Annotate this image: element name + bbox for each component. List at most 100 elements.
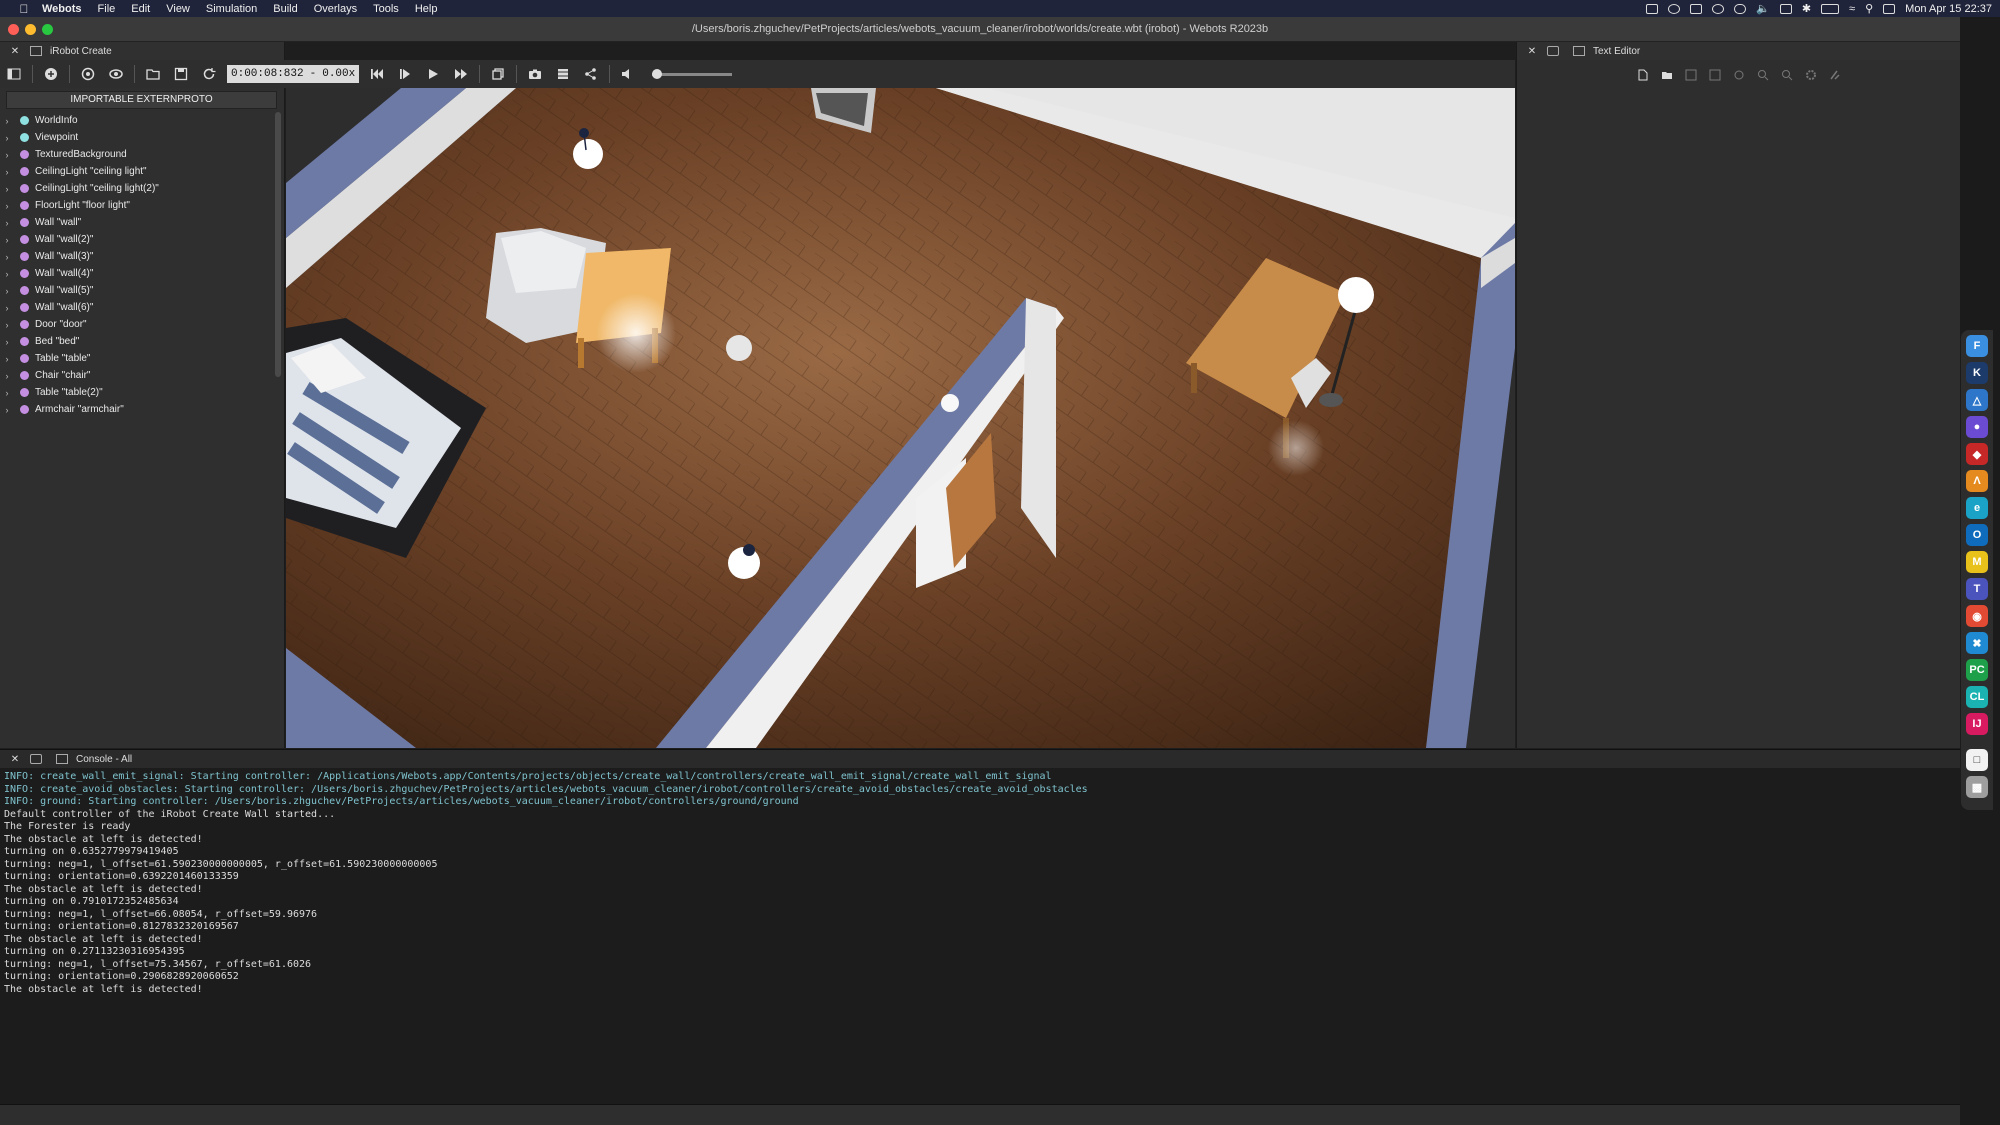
scene-tree-node[interactable]: › FloorLight "floor light" <box>0 197 285 214</box>
scene-tree-scrollbar[interactable] <box>275 112 281 377</box>
chevron-right-icon[interactable]: › <box>0 201 14 211</box>
rendering-button[interactable] <box>484 63 512 85</box>
scene-tree-node[interactable]: › Wall "wall" <box>0 214 285 231</box>
3d-scene[interactable] <box>286 88 1515 748</box>
menu-simulation[interactable]: Simulation <box>206 3 257 15</box>
close-icon[interactable]: ✕ <box>6 46 24 57</box>
scene-tree-node[interactable]: › Armchair "armchair" <box>0 401 285 418</box>
fast-forward-button[interactable] <box>447 63 475 85</box>
bluetooth-icon[interactable]: ✱ <box>1802 2 1811 15</box>
finder-icon[interactable]: F <box>1966 335 1988 357</box>
chevron-right-icon[interactable]: › <box>0 167 14 177</box>
volume-slider[interactable] <box>652 68 733 79</box>
chevron-right-icon[interactable]: › <box>0 218 14 228</box>
chevron-right-icon[interactable]: › <box>0 269 14 279</box>
menu-edit[interactable]: Edit <box>131 3 150 15</box>
chrome-icon[interactable]: ◉ <box>1966 605 1988 627</box>
undock-icon[interactable] <box>30 754 42 764</box>
apple-icon[interactable]:  <box>14 2 34 16</box>
wifi-icon[interactable]: ≈ <box>1849 3 1855 15</box>
record-movie-button[interactable] <box>549 63 577 85</box>
scene-tree-node[interactable]: › Wall "wall(3)" <box>0 248 285 265</box>
browser-icon[interactable]: e <box>1966 497 1988 519</box>
scene-tree-node[interactable]: › Viewpoint <box>0 129 285 146</box>
cloud-icon[interactable] <box>1734 3 1747 14</box>
pycharm-icon[interactable]: PC <box>1966 659 1988 681</box>
chevron-right-icon[interactable]: › <box>0 150 14 160</box>
save-world-button[interactable] <box>167 63 195 85</box>
chevron-right-icon[interactable]: › <box>0 337 14 347</box>
replace-button[interactable] <box>1777 66 1797 84</box>
scene-tree-node[interactable]: › Table "table(2)" <box>0 384 285 401</box>
chevron-right-icon[interactable]: › <box>0 252 14 262</box>
chevron-right-icon[interactable]: › <box>0 235 14 245</box>
trash-icon[interactable]: ▩ <box>1966 776 1988 798</box>
scene-tree-node[interactable]: › Chair "chair" <box>0 367 285 384</box>
scene-tree-node[interactable]: › Wall "wall(6)" <box>0 299 285 316</box>
zoom-window-button[interactable] <box>42 23 53 35</box>
share-button[interactable] <box>577 63 605 85</box>
find-button[interactable] <box>1753 66 1773 84</box>
maximize-icon[interactable] <box>56 754 68 764</box>
app-icon[interactable]: ● <box>1966 416 1988 438</box>
scene-tree-node[interactable]: › TexturedBackground <box>0 146 285 163</box>
app-icon[interactable]: K <box>1966 362 1988 384</box>
app-icon[interactable]: △ <box>1966 389 1988 411</box>
menu-overlays[interactable]: Overlays <box>314 3 357 15</box>
importable-externproto-button[interactable]: IMPORTABLE EXTERNPROTO <box>6 91 277 109</box>
chevron-right-icon[interactable]: › <box>0 320 14 330</box>
menu-view[interactable]: View <box>166 3 190 15</box>
step-button[interactable] <box>391 63 419 85</box>
screenshot-button[interactable] <box>521 63 549 85</box>
reset-simulation-button[interactable] <box>363 63 391 85</box>
open-world-button[interactable] <box>139 63 167 85</box>
scene-tree-node[interactable]: › CeilingLight "ceiling light" <box>0 163 285 180</box>
menu-tools[interactable]: Tools <box>373 3 399 15</box>
battery-icon[interactable] <box>1821 3 1840 14</box>
follow-object-button[interactable] <box>74 63 102 85</box>
chevron-right-icon[interactable]: › <box>0 405 14 415</box>
add-node-button[interactable] <box>37 63 65 85</box>
scene-tree-node[interactable]: › Table "table" <box>0 350 285 367</box>
chevron-right-icon[interactable]: › <box>0 388 14 398</box>
shield-icon[interactable] <box>1668 3 1681 14</box>
undock-icon[interactable] <box>30 46 42 56</box>
open-file-button[interactable] <box>1657 66 1677 84</box>
revert-button[interactable] <box>1729 66 1749 84</box>
scene-tree-node[interactable]: › Wall "wall(4)" <box>0 265 285 282</box>
scene-tree-node[interactable]: › CeilingLight "ceiling light(2)" <box>0 180 285 197</box>
view-options-button[interactable] <box>102 63 130 85</box>
volume-icon[interactable]: 🔈 <box>1756 2 1770 15</box>
mail-icon[interactable] <box>1690 3 1703 14</box>
globe-icon[interactable] <box>1712 3 1725 14</box>
chevron-right-icon[interactable]: › <box>0 371 14 381</box>
scene-tree-node[interactable]: › Bed "bed" <box>0 333 285 350</box>
chevron-right-icon[interactable]: › <box>0 303 14 313</box>
scene-tree-node[interactable]: › Door "door" <box>0 316 285 333</box>
new-file-button[interactable] <box>1633 66 1653 84</box>
menu-app-name[interactable]: Webots <box>42 3 82 15</box>
document-icon[interactable]: □ <box>1966 749 1988 771</box>
control-center-icon[interactable] <box>1883 3 1896 14</box>
keyboard-input-icon[interactable] <box>1779 3 1792 14</box>
clock[interactable]: Mon Apr 15 22:37 <box>1905 3 1992 15</box>
intellij-icon[interactable]: IJ <box>1966 713 1988 735</box>
close-icon[interactable]: ✕ <box>1523 46 1541 57</box>
build-button[interactable] <box>1801 66 1821 84</box>
undock-icon[interactable] <box>1547 46 1559 56</box>
chevron-right-icon[interactable]: › <box>0 184 14 194</box>
mute-button[interactable] <box>614 63 642 85</box>
toggle-scene-tree-button[interactable] <box>0 63 28 85</box>
app-icon[interactable]: M <box>1966 551 1988 573</box>
chevron-right-icon[interactable]: › <box>0 286 14 296</box>
scene-tree-node[interactable]: › Wall "wall(2)" <box>0 231 285 248</box>
scene-tree-node[interactable]: › Wall "wall(5)" <box>0 282 285 299</box>
maximize-icon[interactable] <box>1573 46 1585 56</box>
app-icon[interactable]: Λ <box>1966 470 1988 492</box>
menu-help[interactable]: Help <box>415 3 438 15</box>
chevron-right-icon[interactable]: › <box>0 116 14 126</box>
save-file-button[interactable] <box>1681 66 1701 84</box>
menu-build[interactable]: Build <box>273 3 297 15</box>
vscode-icon[interactable]: ✖ <box>1966 632 1988 654</box>
scene-tree-node[interactable]: › WorldInfo <box>0 112 285 129</box>
